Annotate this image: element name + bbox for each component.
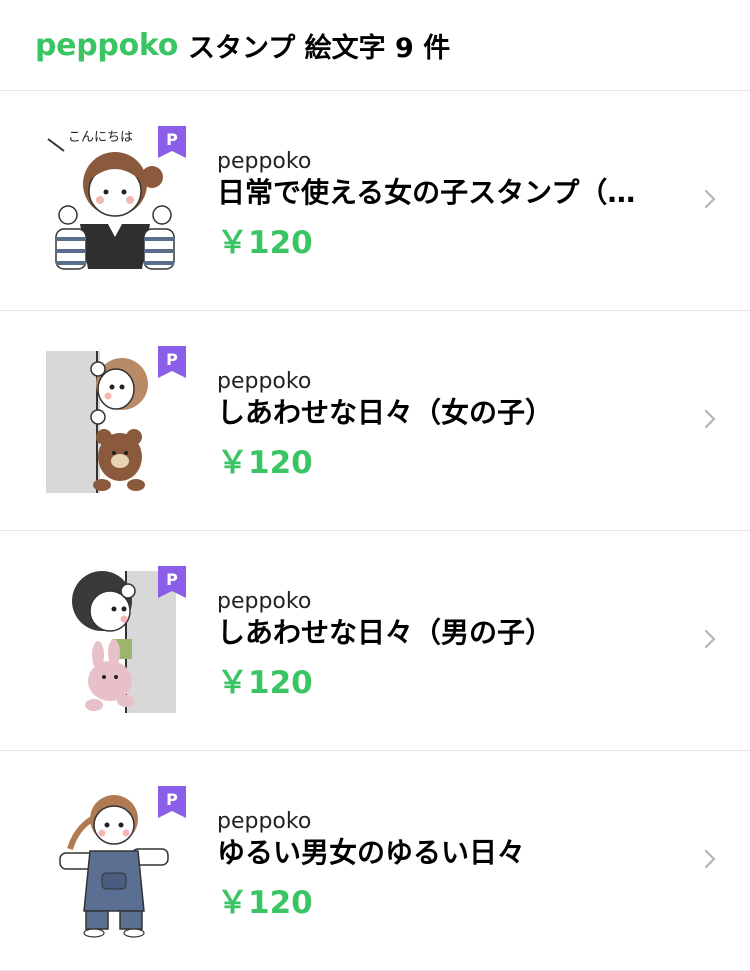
item-price: ￥120: [217, 445, 313, 481]
item-title: 日常で使える女の子スタンプ（…: [217, 176, 636, 209]
item-author: peppoko: [217, 809, 312, 834]
list-item[interactable]: P peppoko しあわせな日々（女の子） ￥120: [0, 311, 750, 531]
item-title: ゆるい男女のゆるい日々: [217, 836, 526, 869]
list-item[interactable]: こんにちは P peppoko 日常で使える女の子スタンプ（… ￥120: [0, 91, 750, 311]
results-count-title: スタンプ 絵文字 9 件: [188, 32, 451, 64]
premium-badge-icon: P: [158, 786, 186, 818]
author-name-heading: peppoko: [35, 27, 179, 63]
chevron-right-icon: [704, 189, 716, 209]
chevron-right-icon: [704, 849, 716, 869]
premium-badge-icon: P: [158, 126, 186, 158]
list-item[interactable]: P peppoko しあわせな日々（男の子） ￥120: [0, 531, 750, 751]
svg-text:P: P: [166, 130, 178, 149]
item-price: ￥120: [217, 665, 313, 701]
chevron-right-icon: [704, 409, 716, 429]
list-item[interactable]: P peppoko ゆるい男女のゆるい日々 ￥120: [0, 751, 750, 971]
premium-badge-icon: P: [158, 346, 186, 378]
item-author: peppoko: [217, 149, 312, 174]
item-price: ￥120: [217, 225, 313, 261]
item-price: ￥120: [217, 885, 313, 921]
item-author: peppoko: [217, 369, 312, 394]
svg-text:P: P: [166, 790, 178, 809]
item-author: peppoko: [217, 589, 312, 614]
item-title: しあわせな日々（男の子）: [217, 616, 554, 649]
item-title: しあわせな日々（女の子）: [217, 396, 554, 429]
svg-text:P: P: [166, 350, 178, 369]
sticker-list: こんにちは P peppoko 日常で使える女の子スタンプ（… ￥120 P p…: [0, 91, 750, 971]
svg-text:P: P: [166, 570, 178, 589]
chevron-right-icon: [704, 629, 716, 649]
svg-text:こんにちは: こんにちは: [68, 130, 133, 145]
premium-badge-icon: P: [158, 566, 186, 598]
results-header: peppoko スタンプ 絵文字 9 件: [0, 0, 750, 91]
